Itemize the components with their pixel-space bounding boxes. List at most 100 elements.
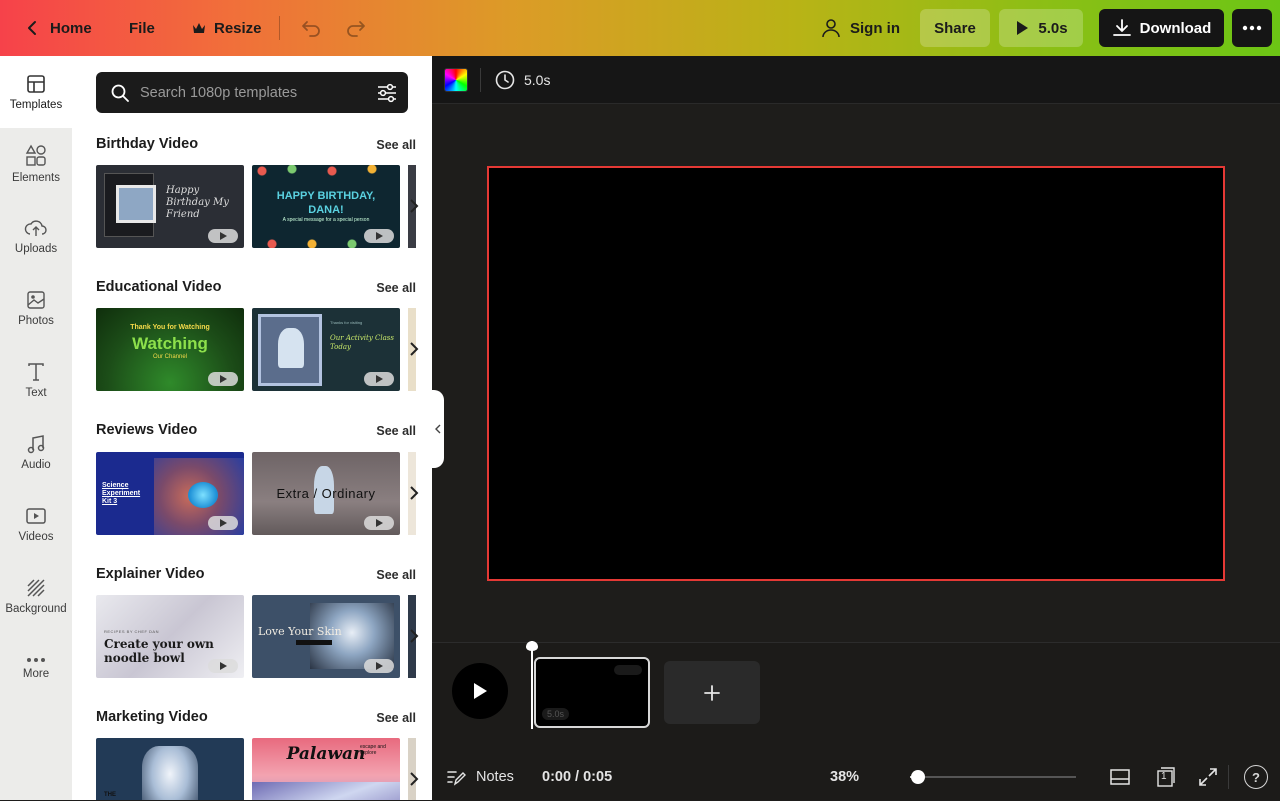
sidebar-item-templates[interactable]: Templates — [0, 56, 72, 128]
clip-menu-handle[interactable] — [614, 665, 642, 675]
play-badge-icon — [364, 516, 394, 530]
sidebar-item-label: Text — [25, 387, 47, 399]
redo-icon — [347, 21, 365, 37]
thumb-subtext: Our Channel — [152, 354, 188, 360]
thumb-text: Love Your Skin — [258, 625, 342, 638]
sidebar-item-photos[interactable]: Photos — [0, 272, 72, 344]
zoom-slider[interactable] — [910, 770, 1076, 784]
template-thumb-explainer-1[interactable]: RECIPES BY CHEF DAN Create your own nood… — [96, 595, 244, 678]
scroll-right-reviews[interactable] — [402, 473, 426, 513]
side-nav: Templates Elements Uploads Photos Text A… — [0, 56, 72, 800]
sidebar-item-videos[interactable]: Videos — [0, 488, 72, 560]
share-label: Share — [934, 19, 976, 37]
present-play-button[interactable]: 5.0s — [999, 9, 1083, 47]
play-badge-icon — [364, 372, 394, 386]
see-all-reviews[interactable]: See all — [376, 424, 416, 438]
thumb-subtext: Thanks for visiting — [330, 320, 363, 325]
more-horizontal-icon — [1242, 25, 1262, 31]
more-dots-icon — [27, 658, 45, 662]
see-all-marketing[interactable]: See all — [376, 711, 416, 725]
play-button[interactable] — [452, 663, 508, 719]
thumb-text: Happy Birthday My Friend — [166, 185, 229, 220]
thumb-text: Extra / Ordinary — [276, 486, 376, 501]
template-thumb-birthday-1[interactable]: Happy Birthday My Friend — [96, 165, 244, 248]
page-count-button[interactable]: 1 — [1154, 765, 1178, 789]
play-badge-icon — [208, 372, 238, 386]
background-stripes-icon — [27, 579, 45, 597]
chevron-left-icon — [28, 21, 36, 35]
sidebar-item-more[interactable]: More — [0, 632, 72, 704]
zoom-percentage[interactable]: 38% — [830, 769, 859, 785]
help-button[interactable]: ? — [1244, 765, 1268, 789]
sidebar-item-elements[interactable]: Elements — [0, 128, 72, 200]
chevron-right-icon — [410, 486, 419, 500]
template-thumb-reviews-1[interactable]: Science Experiment Kit 3 — [96, 452, 244, 535]
scroll-right-explainer[interactable] — [402, 616, 426, 656]
zoom-slider-handle[interactable] — [911, 770, 925, 784]
sidebar-item-label: Background — [5, 603, 67, 615]
plus-icon — [704, 684, 720, 701]
download-icon — [1112, 19, 1131, 36]
thumb-text: Science Experiment Kit 3 — [102, 482, 141, 505]
section-title-explainer: Explainer Video — [96, 566, 205, 582]
user-icon — [822, 19, 840, 38]
sidebar-item-audio[interactable]: Audio — [0, 416, 72, 488]
thumb-subtext: RECIPES BY CHEF DAN — [104, 629, 159, 634]
chevron-right-icon — [410, 199, 419, 213]
sidebar-item-label: Photos — [18, 315, 54, 327]
background-color-button[interactable] — [444, 68, 468, 92]
notes-button[interactable]: Notes — [446, 768, 514, 786]
context-toolbar: 5.0s — [432, 56, 1280, 104]
share-button[interactable]: Share — [920, 9, 990, 47]
sidebar-item-background[interactable]: Background — [0, 560, 72, 632]
grid-view-button[interactable] — [1108, 765, 1132, 789]
sidebar-item-uploads[interactable]: Uploads — [0, 200, 72, 272]
duration-button[interactable]: 5.0s — [494, 68, 550, 92]
scroll-right-birthday[interactable] — [402, 186, 426, 226]
see-all-educational[interactable]: See all — [376, 281, 416, 295]
home-button[interactable]: Home — [14, 9, 102, 47]
template-thumb-marketing-2[interactable]: Palawan escape and explore — [252, 738, 400, 800]
scroll-right-educational[interactable] — [402, 329, 426, 369]
template-thumb-explainer-2[interactable]: Love Your Skin — [252, 595, 400, 678]
see-all-explainer[interactable]: See all — [376, 568, 416, 582]
fullscreen-button[interactable] — [1196, 765, 1220, 789]
sign-in-button[interactable]: Sign in — [810, 9, 910, 47]
undo-icon — [302, 21, 320, 37]
template-thumb-reviews-2[interactable]: Extra / Ordinary — [252, 452, 400, 535]
grid-view-icon — [1110, 769, 1130, 785]
duration-label: 5.0s — [524, 72, 551, 88]
section-title-reviews: Reviews Video — [96, 422, 198, 438]
template-thumb-educational-2[interactable]: Our Activity Class Today Thanks for visi… — [252, 308, 400, 391]
present-duration-label: 5.0s — [1038, 19, 1068, 37]
sidebar-item-text[interactable]: Text — [0, 344, 72, 416]
editor-area: 5.0s 5.0s Notes 0:00 / 0:05 38% 1 ? — [432, 56, 1280, 800]
file-menu-button[interactable]: File — [119, 9, 165, 47]
crown-icon — [193, 23, 205, 33]
video-play-icon — [26, 508, 46, 524]
play-icon — [474, 683, 487, 699]
add-page-button[interactable] — [664, 661, 760, 724]
playhead-handle[interactable] — [526, 641, 538, 651]
timeline-clip[interactable]: 5.0s — [534, 657, 650, 728]
undo-button[interactable] — [290, 9, 332, 47]
filter-sliders-icon[interactable] — [376, 82, 398, 104]
top-bar: Home File Resize Sign in Share 5.0s Down… — [0, 0, 1280, 56]
template-thumb-marketing-1[interactable]: THE — [96, 738, 244, 800]
resize-button[interactable]: Resize — [182, 9, 272, 47]
template-thumb-educational-1[interactable]: Thank You for Watching Watching Our Chan… — [96, 308, 244, 391]
redo-button[interactable] — [335, 9, 377, 47]
scroll-right-marketing[interactable] — [402, 759, 426, 799]
thumb-text: Thank You for Watching — [130, 324, 210, 331]
download-button[interactable]: Download — [1099, 9, 1224, 47]
search-input[interactable] — [140, 72, 360, 113]
template-thumb-birthday-2[interactable]: HAPPY BIRTHDAY, DANA! A special message … — [252, 165, 400, 248]
toolbar-divider — [279, 16, 280, 40]
sidebar-item-label: Templates — [9, 99, 63, 111]
more-options-button[interactable] — [1232, 9, 1272, 47]
thumb-text: THE — [104, 792, 116, 798]
time-readout: 0:00 / 0:05 — [542, 769, 613, 785]
collapse-panel-button[interactable] — [432, 390, 444, 468]
see-all-birthday[interactable]: See all — [376, 138, 416, 152]
design-canvas[interactable] — [487, 166, 1225, 581]
